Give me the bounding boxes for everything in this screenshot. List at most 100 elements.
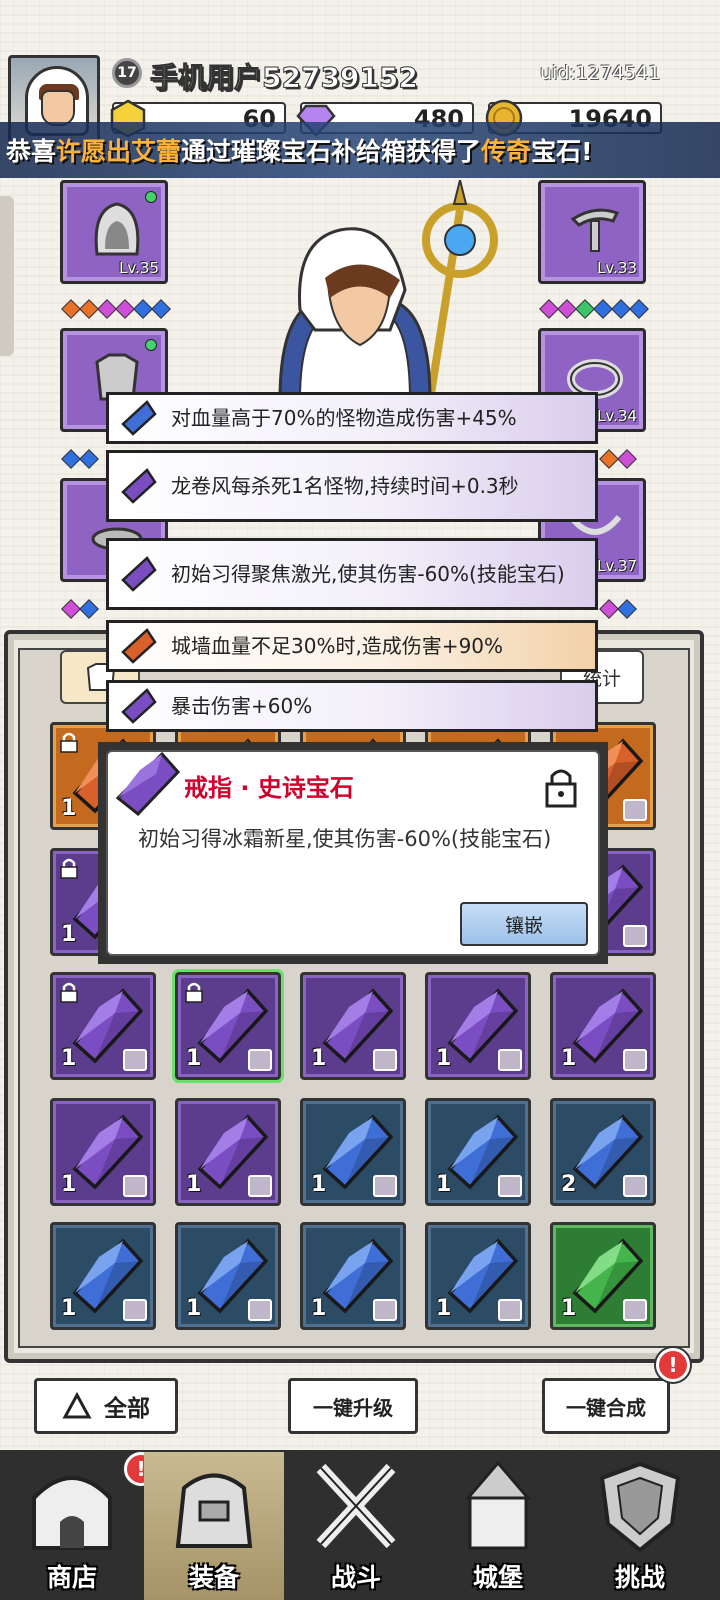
shield-icon <box>599 1461 681 1553</box>
equip-type-icon <box>123 1049 147 1071</box>
armor-gem-slots <box>61 449 99 469</box>
gem-cell[interactable]: 2 <box>550 1098 656 1206</box>
equip-type-icon <box>498 1049 522 1071</box>
gem-count: 1 <box>436 1172 452 1197</box>
castle-icon <box>464 1460 532 1550</box>
equip-slot-staff[interactable]: Lv.33 <box>538 180 646 284</box>
gem-title: 戒指 · 史诗宝石 <box>184 774 354 802</box>
epic-gem-icon <box>116 752 180 816</box>
affix-row: 城墙血量不足30%时,造成伤害+90% <box>106 620 598 672</box>
purple-gem-icon <box>121 556 157 592</box>
equip-type-icon <box>248 1299 272 1321</box>
inlay-button[interactable]: 镶嵌 <box>460 902 588 946</box>
gem-cell[interactable]: 1 <box>50 1098 156 1206</box>
gem-count: 1 <box>561 1046 577 1071</box>
lock-icon <box>60 858 78 879</box>
gem-cell[interactable]: 1 <box>300 1098 406 1206</box>
purple-gem-icon <box>121 468 157 504</box>
equip-type-icon <box>373 1299 397 1321</box>
equip-type-icon <box>248 1175 272 1197</box>
gem-cell[interactable]: 1 <box>175 1098 281 1206</box>
affix-text: 龙卷风每杀死1名怪物,持续时间+0.3秒 <box>171 474 519 498</box>
player-name: 手机用户52739152 <box>150 61 419 95</box>
nav-label: 城堡 <box>472 1563 523 1592</box>
gem-cell[interactable]: 1 <box>172 969 284 1083</box>
one-click-upgrade-button[interactable]: 一键升级 <box>288 1378 418 1434</box>
gem-count: 1 <box>436 1296 452 1321</box>
nav-label: 装备 <box>188 1563 239 1592</box>
affix-row: 对血量高于70%的怪物造成伤害+45% <box>106 392 598 444</box>
affix-text: 对血量高于70%的怪物造成伤害+45% <box>171 406 517 430</box>
lock-icon <box>60 732 78 753</box>
gem-description: 初始习得冰霜新星,使其伤害-60%(技能宝石) <box>138 827 552 851</box>
lock-icon[interactable] <box>544 766 578 808</box>
equip-type-icon <box>623 1049 647 1071</box>
player-level-badge: 17 <box>112 58 142 88</box>
gem-cell[interactable]: 1 <box>550 972 656 1080</box>
equip-type-icon <box>623 799 647 821</box>
orange-gem-icon <box>121 628 157 664</box>
upgrade-available-dot <box>145 339 157 351</box>
gem-count: 2 <box>561 1172 577 1197</box>
gem-cell[interactable]: 1 <box>425 1098 531 1206</box>
one-click-merge-button[interactable]: 一键合成 <box>542 1378 670 1434</box>
affix-text: 初始习得聚焦激光,使其伤害-60%(技能宝石) <box>171 562 565 586</box>
gem-cell[interactable]: 1 <box>50 972 156 1080</box>
gem-cell[interactable]: 1 <box>550 1222 656 1330</box>
banner-player: 许愿出艾蕾 <box>56 137 182 166</box>
crossed-swords-icon <box>316 1463 396 1549</box>
equip-slot-hood[interactable]: Lv.35 <box>60 180 168 284</box>
gem-count: 1 <box>61 1046 77 1071</box>
gem-cell[interactable]: 1 <box>175 1222 281 1330</box>
gem-cell[interactable]: 1 <box>50 1222 156 1330</box>
nav-tab-challenge[interactable]: 挑战 <box>570 1452 710 1600</box>
hood-icon <box>94 202 140 256</box>
banner-text-2: 通过璀璨宝石补给箱获得了 <box>181 137 482 166</box>
affix-text: 暴击伤害+60% <box>171 694 313 718</box>
gem-count: 1 <box>186 1296 202 1321</box>
equip-level: Lv.34 <box>597 407 637 425</box>
equip-type-icon <box>373 1049 397 1071</box>
gem-cell[interactable]: 1 <box>425 1222 531 1330</box>
equip-level: Lv.37 <box>597 557 637 575</box>
banner-text-1: 恭喜 <box>6 137 57 166</box>
triangle-icon <box>62 1392 92 1419</box>
equip-type-icon <box>498 1175 522 1197</box>
boots-gem-slots <box>61 599 99 619</box>
gem-count: 1 <box>186 1172 202 1197</box>
equip-type-icon <box>123 1299 147 1321</box>
equipment-bag-icon <box>175 1473 253 1548</box>
lock-icon <box>185 982 203 1003</box>
equip-type-icon <box>623 1299 647 1321</box>
affix-row: 暴击伤害+60% <box>106 680 598 732</box>
gem-cell[interactable]: 1 <box>425 972 531 1080</box>
staff-icon <box>570 208 620 252</box>
gem-cell[interactable]: 1 <box>300 1222 406 1330</box>
gem-count: 1 <box>311 1046 327 1071</box>
gem-cell[interactable]: 1 <box>300 972 406 1080</box>
filter-all-button[interactable]: 全部 <box>34 1378 178 1434</box>
equip-type-icon <box>373 1175 397 1197</box>
nav-tab-battle[interactable]: 战斗 <box>286 1452 426 1600</box>
gem-count: 1 <box>436 1046 452 1071</box>
nav-tab-equipment[interactable]: 装备 <box>144 1452 284 1600</box>
blue-gem-icon <box>121 400 157 436</box>
equip-type-icon <box>498 1299 522 1321</box>
staff-gem-slots <box>539 299 649 319</box>
player-uid: uid:1274541 <box>540 62 661 84</box>
side-scroll-tab[interactable] <box>0 196 14 356</box>
nav-tab-shop[interactable]: 商店 <box>2 1452 142 1600</box>
ring-gem-slots <box>599 449 637 469</box>
nav-label: 战斗 <box>330 1563 381 1592</box>
gem-count: 1 <box>61 1296 77 1321</box>
equip-type-icon <box>623 1175 647 1197</box>
purple-gem-icon <box>121 688 157 724</box>
upgrade-available-dot <box>145 191 157 203</box>
gem-count: 1 <box>311 1296 327 1321</box>
nav-label: 挑战 <box>614 1563 665 1592</box>
banner-text-3: 宝石! <box>531 137 593 166</box>
hero-character <box>278 180 498 400</box>
banner-rarity: 传奇 <box>481 137 532 166</box>
nav-tab-castle[interactable]: 城堡 <box>428 1452 568 1600</box>
gem-count: 1 <box>61 796 77 821</box>
